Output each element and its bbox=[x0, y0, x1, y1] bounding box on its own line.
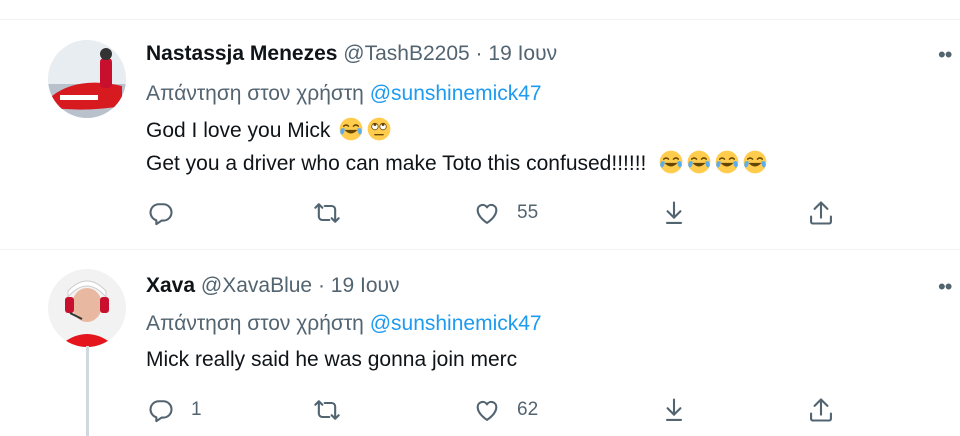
face-with-tears-of-joy-icon bbox=[742, 149, 768, 175]
reply-button[interactable] bbox=[147, 199, 191, 227]
reply-mention[interactable]: @sunshinemick47 bbox=[370, 82, 542, 105]
like-icon bbox=[473, 396, 501, 424]
like-count: 55 bbox=[517, 202, 539, 223]
thread-line bbox=[86, 346, 89, 436]
tweet-text: God I love you Mick Get you a driver who… bbox=[146, 114, 768, 180]
more-icon[interactable]: •• bbox=[938, 274, 952, 300]
retweet-icon bbox=[313, 199, 341, 227]
reply-context: Απάντηση στον χρήστη @sunshinemick47 bbox=[146, 312, 542, 336]
tweet-card[interactable]: Nastassja Menezes @TashB2205 · 19 Ιουν •… bbox=[0, 20, 960, 249]
retweet-button[interactable] bbox=[313, 396, 357, 424]
tweet-header: Nastassja Menezes @TashB2205 · 19 Ιουν bbox=[146, 42, 557, 66]
display-name[interactable]: Xava bbox=[146, 274, 195, 297]
face-with-tears-of-joy-icon bbox=[658, 149, 684, 175]
user-handle[interactable]: @TashB2205 bbox=[343, 42, 469, 65]
face-with-rolling-eyes-icon bbox=[366, 116, 392, 142]
share-icon bbox=[807, 396, 835, 424]
like-icon bbox=[473, 199, 501, 227]
download-button[interactable] bbox=[660, 396, 688, 424]
face-with-tears-of-joy-icon bbox=[714, 149, 740, 175]
user-handle[interactable]: @XavaBlue bbox=[201, 274, 312, 297]
reply-button[interactable]: 1 bbox=[147, 396, 202, 424]
tweet-line: Get you a driver who can make Toto this … bbox=[146, 147, 768, 180]
reply-count: 1 bbox=[191, 399, 202, 420]
separator: · bbox=[475, 42, 483, 65]
like-count: 62 bbox=[517, 399, 539, 420]
retweet-button[interactable] bbox=[313, 199, 357, 227]
reply-icon bbox=[147, 396, 175, 424]
reply-mention[interactable]: @sunshinemick47 bbox=[370, 312, 542, 335]
download-icon bbox=[660, 396, 688, 424]
retweet-icon bbox=[313, 396, 341, 424]
tweet-line: God I love you Mick bbox=[146, 114, 768, 147]
share-icon bbox=[807, 199, 835, 227]
tweet-card[interactable]: Xava @XavaBlue · 19 Ιουν •• Απάντηση στο… bbox=[0, 250, 960, 436]
tweet-date[interactable]: 19 Ιουν bbox=[488, 42, 557, 65]
face-with-tears-of-joy-icon bbox=[686, 149, 712, 175]
share-button[interactable] bbox=[807, 199, 835, 227]
like-button[interactable]: 55 bbox=[473, 199, 538, 227]
avatar[interactable] bbox=[48, 269, 126, 347]
more-icon[interactable]: •• bbox=[938, 42, 952, 68]
download-icon bbox=[660, 199, 688, 227]
tweet-header: Xava @XavaBlue · 19 Ιουν bbox=[146, 274, 400, 298]
reply-icon bbox=[147, 199, 175, 227]
share-button[interactable] bbox=[807, 396, 835, 424]
tweet-text: Mick really said he was gonna join merc bbox=[146, 343, 517, 376]
face-with-tears-of-joy-icon bbox=[338, 116, 364, 142]
display-name[interactable]: Nastassja Menezes bbox=[146, 42, 337, 65]
tweet-date[interactable]: 19 Ιουν bbox=[331, 274, 400, 297]
reply-context: Απάντηση στον χρήστη @sunshinemick47 bbox=[146, 82, 542, 106]
like-button[interactable]: 62 bbox=[473, 396, 538, 424]
avatar[interactable] bbox=[48, 40, 126, 118]
reply-prefix: Απάντηση στον χρήστη bbox=[146, 312, 364, 335]
reply-prefix: Απάντηση στον χρήστη bbox=[146, 82, 364, 105]
tweet-line: Mick really said he was gonna join merc bbox=[146, 348, 518, 371]
separator: · bbox=[317, 274, 325, 297]
download-button[interactable] bbox=[660, 199, 688, 227]
